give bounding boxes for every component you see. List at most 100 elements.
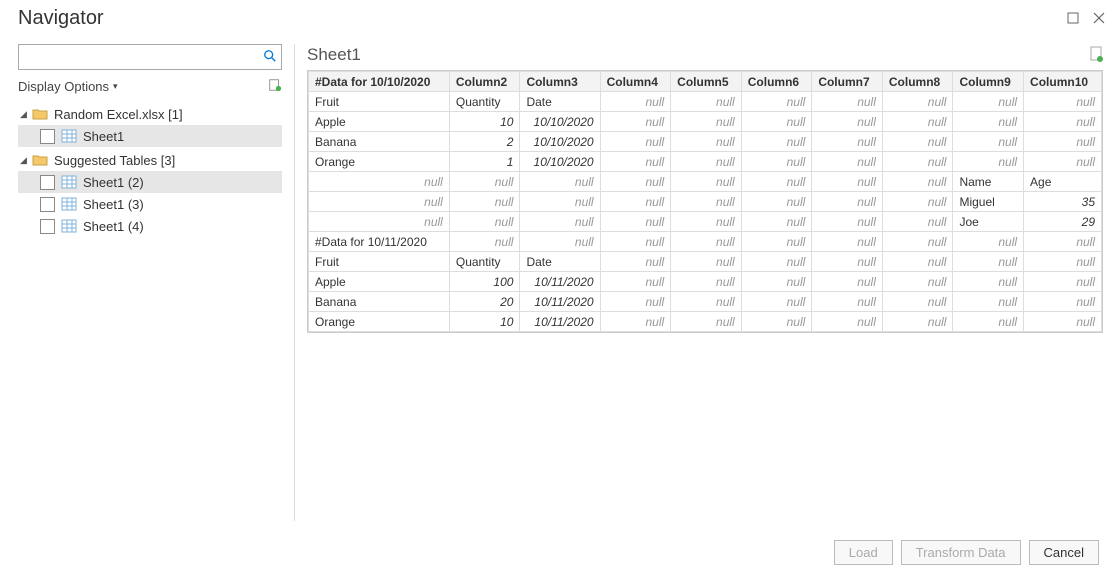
preview-options-icon[interactable] xyxy=(1089,46,1103,65)
table-cell[interactable]: null xyxy=(741,132,812,152)
table-cell[interactable]: null xyxy=(1024,232,1102,252)
column-header[interactable]: Column2 xyxy=(449,72,520,92)
table-cell[interactable]: 1 xyxy=(449,152,520,172)
table-row[interactable]: Apple1010/10/2020nullnullnullnullnullnul… xyxy=(309,112,1102,132)
table-cell[interactable]: null xyxy=(741,212,812,232)
refresh-icon[interactable] xyxy=(268,78,282,95)
table-cell[interactable]: null xyxy=(882,232,953,252)
checkbox[interactable] xyxy=(40,197,55,212)
table-cell[interactable]: Joe xyxy=(953,212,1024,232)
table-cell[interactable]: 2 xyxy=(449,132,520,152)
table-cell[interactable]: null xyxy=(812,192,883,212)
table-cell[interactable]: null xyxy=(741,172,812,192)
table-cell[interactable]: null xyxy=(600,172,671,192)
table-cell[interactable]: null xyxy=(1024,312,1102,332)
table-cell[interactable]: null xyxy=(953,232,1024,252)
table-row[interactable]: FruitQuantityDatenullnullnullnullnullnul… xyxy=(309,92,1102,112)
table-cell[interactable]: null xyxy=(449,212,520,232)
table-cell[interactable]: null xyxy=(812,292,883,312)
suggested-item[interactable]: Sheet1 (2) xyxy=(18,171,282,193)
column-header[interactable]: Column9 xyxy=(953,72,1024,92)
table-cell[interactable]: null xyxy=(741,252,812,272)
table-cell[interactable]: null xyxy=(882,292,953,312)
table-cell[interactable]: 10/10/2020 xyxy=(520,112,600,132)
table-cell[interactable]: null xyxy=(600,132,671,152)
table-cell[interactable]: null xyxy=(600,272,671,292)
table-cell[interactable]: null xyxy=(953,252,1024,272)
table-cell[interactable]: null xyxy=(812,132,883,152)
expand-icon[interactable]: ◢ xyxy=(20,155,32,166)
table-cell[interactable]: null xyxy=(1024,132,1102,152)
table-cell[interactable]: null xyxy=(1024,112,1102,132)
table-cell[interactable]: null xyxy=(600,192,671,212)
table-cell[interactable]: null xyxy=(882,172,953,192)
table-row[interactable]: Orange1010/11/2020nullnullnullnullnullnu… xyxy=(309,312,1102,332)
search-icon[interactable] xyxy=(259,49,281,66)
table-cell[interactable]: null xyxy=(600,212,671,232)
table-cell[interactable]: Banana xyxy=(309,132,450,152)
table-row[interactable]: nullnullnullnullnullnullnullnullJoe29 xyxy=(309,212,1102,232)
table-cell[interactable]: null xyxy=(812,252,883,272)
table-row[interactable]: Banana2010/11/2020nullnullnullnullnullnu… xyxy=(309,292,1102,312)
column-header[interactable]: Column6 xyxy=(741,72,812,92)
table-cell[interactable]: Name xyxy=(953,172,1024,192)
table-cell[interactable]: null xyxy=(812,212,883,232)
search-input-container[interactable] xyxy=(18,44,282,70)
table-cell[interactable]: null xyxy=(741,232,812,252)
table-cell[interactable]: Orange xyxy=(309,312,450,332)
table-cell[interactable]: #Data for 10/11/2020 xyxy=(309,232,450,252)
file-item[interactable]: Sheet1 xyxy=(18,125,282,147)
table-cell[interactable]: 10 xyxy=(449,112,520,132)
table-row[interactable]: FruitQuantityDatenullnullnullnullnullnul… xyxy=(309,252,1102,272)
table-cell[interactable]: null xyxy=(600,112,671,132)
table-row[interactable]: Apple10010/11/2020nullnullnullnullnullnu… xyxy=(309,272,1102,292)
table-cell[interactable]: null xyxy=(741,112,812,132)
table-row[interactable]: Orange110/10/2020nullnullnullnullnullnul… xyxy=(309,152,1102,172)
tree-file-group[interactable]: ◢ Random Excel.xlsx [1] xyxy=(18,103,282,125)
display-options-label[interactable]: Display Options xyxy=(18,79,109,94)
cancel-button[interactable]: Cancel xyxy=(1029,540,1099,565)
table-cell[interactable]: null xyxy=(1024,252,1102,272)
table-cell[interactable]: null xyxy=(812,92,883,112)
table-cell[interactable]: null xyxy=(882,192,953,212)
table-cell[interactable]: null xyxy=(882,92,953,112)
table-row[interactable]: #Data for 10/11/2020nullnullnullnullnull… xyxy=(309,232,1102,252)
table-cell[interactable]: null xyxy=(882,272,953,292)
table-cell[interactable]: Date xyxy=(520,92,600,112)
column-header[interactable]: Column4 xyxy=(600,72,671,92)
table-cell[interactable]: null xyxy=(520,192,600,212)
table-cell[interactable]: Apple xyxy=(309,272,450,292)
column-header[interactable]: Column7 xyxy=(812,72,883,92)
tree-suggested-group[interactable]: ◢ Suggested Tables [3] xyxy=(18,149,282,171)
column-header[interactable]: Column8 xyxy=(882,72,953,92)
table-cell[interactable]: null xyxy=(671,292,742,312)
table-cell[interactable]: Age xyxy=(1024,172,1102,192)
load-button[interactable]: Load xyxy=(834,540,893,565)
table-cell[interactable]: 100 xyxy=(449,272,520,292)
table-cell[interactable]: null xyxy=(449,192,520,212)
table-row[interactable]: Banana210/10/2020nullnullnullnullnullnul… xyxy=(309,132,1102,152)
table-cell[interactable]: null xyxy=(953,152,1024,172)
table-cell[interactable]: null xyxy=(882,112,953,132)
checkbox[interactable] xyxy=(40,219,55,234)
column-header[interactable]: #Data for 10/10/2020 xyxy=(309,72,450,92)
expand-icon[interactable]: ◢ xyxy=(20,109,32,120)
table-cell[interactable]: Orange xyxy=(309,152,450,172)
table-cell[interactable]: null xyxy=(953,292,1024,312)
table-cell[interactable]: null xyxy=(812,152,883,172)
table-cell[interactable]: null xyxy=(812,112,883,132)
table-cell[interactable]: null xyxy=(520,212,600,232)
table-cell[interactable]: null xyxy=(812,272,883,292)
table-cell[interactable]: null xyxy=(741,312,812,332)
close-icon[interactable] xyxy=(1091,10,1107,26)
table-cell[interactable]: null xyxy=(671,312,742,332)
table-cell[interactable]: null xyxy=(600,152,671,172)
table-row[interactable]: nullnullnullnullnullnullnullnullMiguel35 xyxy=(309,192,1102,212)
table-cell[interactable]: null xyxy=(671,92,742,112)
preview-table[interactable]: #Data for 10/10/2020Column2Column3Column… xyxy=(307,70,1103,333)
table-cell[interactable]: null xyxy=(600,232,671,252)
table-cell[interactable]: null xyxy=(882,312,953,332)
table-cell[interactable]: null xyxy=(741,92,812,112)
table-cell[interactable]: null xyxy=(600,312,671,332)
table-cell[interactable]: null xyxy=(812,312,883,332)
